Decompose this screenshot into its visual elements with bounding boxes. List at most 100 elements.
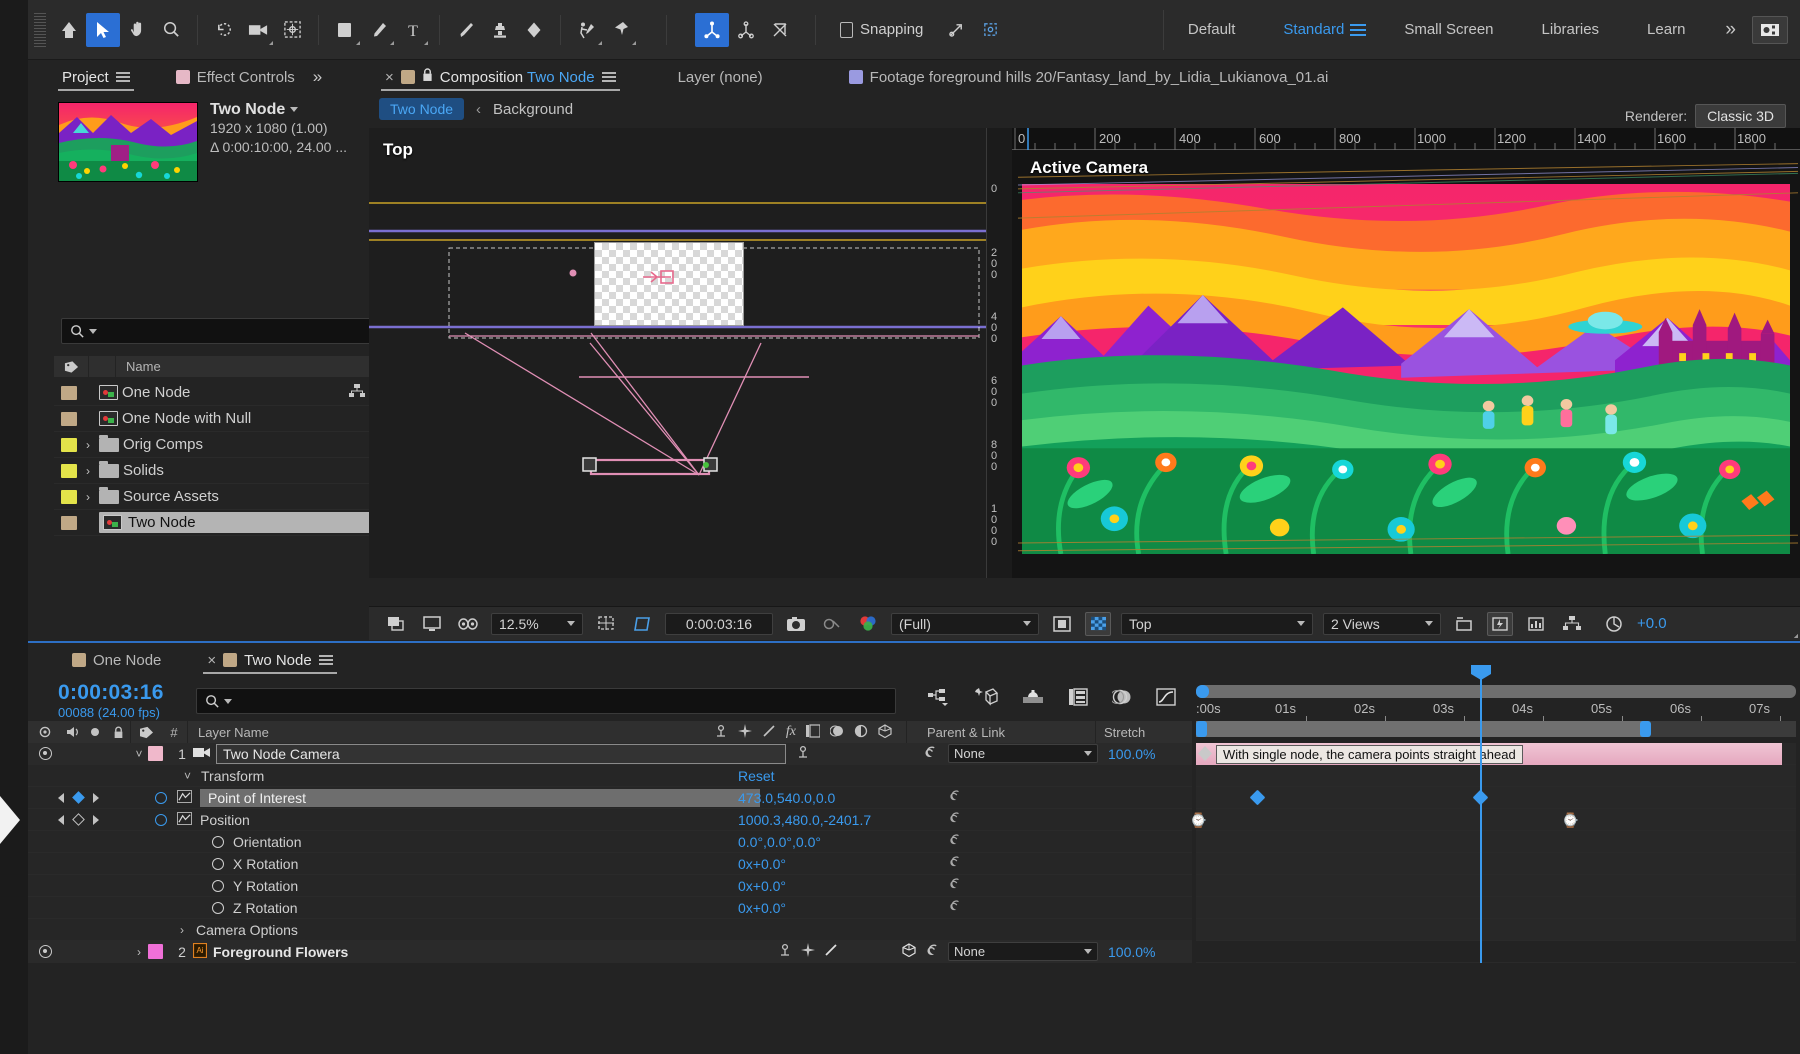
breadcrumb-background[interactable]: Background — [493, 101, 573, 118]
timeline-prop-row-x-rotation[interactable]: X Rotation 0x+0.0° — [28, 853, 1192, 875]
view-axis-mode-icon[interactable] — [763, 13, 797, 47]
snapshot-icon[interactable] — [783, 612, 809, 636]
item-label-color[interactable] — [61, 516, 77, 530]
frame-blending-icon[interactable] — [1068, 688, 1088, 710]
next-keyframe-arrow[interactable] — [93, 793, 99, 803]
parent-dropdown[interactable]: None — [948, 942, 1098, 961]
motion-path-switch-icon[interactable] — [824, 943, 838, 960]
snapping-checkbox[interactable] — [840, 22, 853, 38]
property-value-z-rotation[interactable]: 0x+0.0° — [738, 900, 786, 916]
graph-toggle-icon[interactable] — [177, 812, 192, 828]
prev-keyframe-arrow[interactable] — [58, 815, 64, 825]
camera-options-expand-chevron-icon[interactable]: › — [180, 923, 184, 937]
track-row-transform[interactable] — [1196, 765, 1796, 787]
quality-switch-icon[interactable] — [801, 943, 815, 960]
expression-pickwhip-icon[interactable] — [948, 833, 962, 850]
layer-visibility-toggle[interactable] — [28, 747, 62, 760]
hold-keyframe[interactable]: ⌚ — [1192, 813, 1205, 827]
project-item-orig-comps[interactable]: › Orig Comps — [54, 432, 371, 458]
timeline-prop-row-y-rotation[interactable]: Y Rotation 0x+0.0° — [28, 875, 1192, 897]
tab-effect-controls[interactable]: Effect Controls — [166, 60, 305, 94]
parent-dropdown[interactable]: None — [948, 744, 1098, 763]
workspace-standard[interactable]: Standard — [1259, 0, 1350, 60]
search-dropdown-caret-icon[interactable] — [89, 329, 97, 334]
hold-keyframe[interactable]: ⌚ — [1564, 813, 1577, 827]
property-name-position[interactable]: Position — [200, 812, 250, 828]
anchor-point-switch-icon[interactable] — [796, 745, 810, 762]
expand-chevron-icon[interactable]: › — [77, 438, 99, 452]
used-in-comps-icon[interactable] — [349, 384, 365, 402]
workspace-overflow-icon[interactable]: » — [1709, 19, 1752, 41]
comp-marker-icon[interactable] — [1198, 746, 1212, 761]
expression-pickwhip-icon[interactable] — [948, 899, 962, 916]
clone-stamp-tool[interactable] — [483, 13, 517, 47]
eraser-tool[interactable] — [517, 13, 551, 47]
keyframe-toggle-icon[interactable] — [72, 791, 85, 804]
project-column-name[interactable]: Name — [126, 359, 161, 374]
project-panel-menu-icon[interactable] — [116, 72, 130, 82]
stretch-column-header[interactable]: Stretch — [1096, 725, 1192, 740]
type-tool[interactable]: T — [396, 13, 430, 47]
graph-toggle-icon[interactable] — [177, 790, 192, 806]
item-label-color[interactable] — [61, 464, 77, 478]
workspace-settings-button[interactable] — [1752, 16, 1788, 44]
timeline-panel-expand-arrow[interactable] — [0, 790, 28, 850]
roto-brush-tool[interactable] — [570, 13, 604, 47]
marker-comment[interactable]: With single node, the camera points stra… — [1216, 745, 1523, 764]
track-row-layer-1[interactable]: With single node, the camera points stra… — [1196, 743, 1796, 765]
expression-pickwhip-icon[interactable] — [948, 789, 962, 806]
expand-chevron-icon[interactable]: › — [77, 490, 99, 504]
always-preview-this-view-icon[interactable] — [383, 612, 409, 636]
comp-flowchart-icon[interactable] — [1559, 612, 1585, 636]
current-time-display[interactable]: 0:00:03:16 — [665, 613, 773, 635]
index-column-header[interactable]: # — [161, 725, 187, 740]
tab-layer-none[interactable]: Layer (none) — [668, 60, 773, 94]
tab-close-icon[interactable]: × — [385, 69, 394, 86]
brush-tool[interactable] — [449, 13, 483, 47]
parent-pickwhip-icon[interactable] — [925, 943, 940, 961]
property-name-y-rotation[interactable]: Y Rotation — [233, 878, 298, 894]
timeline-current-time[interactable]: 0:00:03:16 00088 (24.00 fps) — [58, 681, 164, 720]
tab-footage[interactable]: Footage foreground hills 20/Fantasy_land… — [839, 60, 1339, 94]
timeline-prop-row-orientation[interactable]: Orientation 0.0°,0.0°,0.0° — [28, 831, 1192, 853]
property-name-z-rotation[interactable]: Z Rotation — [233, 900, 298, 916]
timeline-layer-row-1[interactable]: ˅ 1 Two Node Camera None 100.0% — [28, 743, 1192, 765]
reset-exposure-icon[interactable] — [1601, 612, 1627, 636]
hand-tool[interactable] — [120, 13, 154, 47]
track-row-y-rotation[interactable] — [1196, 875, 1796, 897]
puppet-pin-tool[interactable] — [604, 13, 638, 47]
snapping-toggle[interactable]: Snapping — [840, 21, 923, 38]
project-tabs-overflow-icon[interactable]: » — [305, 67, 330, 87]
project-search-input[interactable] — [61, 318, 371, 344]
parent-and-link-column-header[interactable]: Parent & Link — [919, 725, 1095, 740]
layer-label-color[interactable] — [148, 746, 163, 761]
item-label-color[interactable] — [61, 412, 77, 426]
pixel-aspect-correction-icon[interactable] — [1451, 612, 1477, 636]
layer-expand-chevron-icon[interactable]: › — [130, 945, 148, 959]
world-axis-mode-icon[interactable] — [729, 13, 763, 47]
transform-box-icon[interactable] — [973, 13, 1007, 47]
track-row-x-rotation[interactable] — [1196, 853, 1796, 875]
composition-panel-menu-icon[interactable] — [602, 72, 616, 82]
renderer-button[interactable]: Classic 3D — [1695, 104, 1786, 128]
shape-tool[interactable] — [328, 13, 362, 47]
channels-icon[interactable] — [855, 612, 881, 636]
exposure-value[interactable]: +0.0 — [1637, 615, 1667, 632]
track-row-camera-options[interactable] — [1196, 919, 1796, 941]
project-item-one-node[interactable]: One Node — [54, 380, 371, 406]
layer-name-foreground-flowers[interactable]: Foreground Flowers — [213, 944, 348, 960]
viewer-top[interactable]: Top — [369, 128, 986, 578]
viewer-active-camera[interactable]: 0 200 400 600 800 1000 1200 1400 1600 18… — [1012, 128, 1800, 578]
zoom-level-dropdown[interactable]: 12.5% — [491, 613, 583, 635]
workspace-menu-icon[interactable] — [1350, 24, 1366, 36]
parent-pickwhip-icon[interactable] — [923, 745, 938, 763]
transform-expand-chevron-icon[interactable]: ˅ — [184, 769, 191, 783]
item-label-color[interactable] — [61, 438, 77, 452]
zoom-tool[interactable] — [154, 13, 188, 47]
layer-name-column-header[interactable]: Layer Name — [198, 725, 269, 740]
expression-pickwhip-icon[interactable] — [948, 855, 962, 872]
project-item-solids[interactable]: › Solids — [54, 458, 371, 484]
main-viewer-icon[interactable] — [419, 612, 445, 636]
keyframe-toggle-icon[interactable] — [72, 813, 85, 826]
property-name-orientation[interactable]: Orientation — [233, 834, 301, 850]
